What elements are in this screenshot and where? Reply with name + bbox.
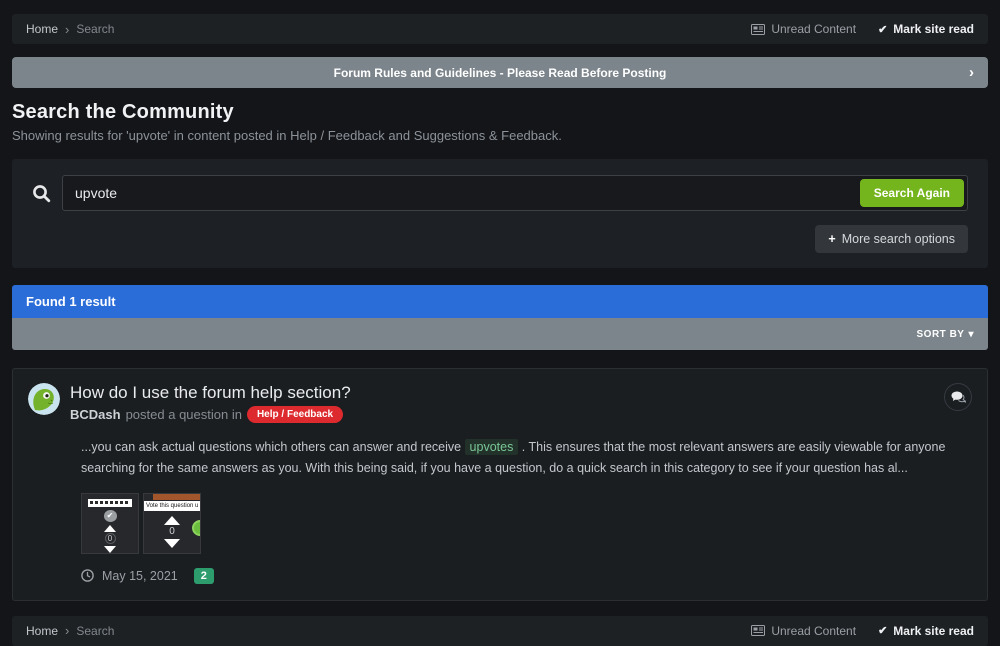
- more-search-options-button[interactable]: + More search options: [815, 225, 968, 253]
- mark-site-read-link[interactable]: ✔ Mark site read: [878, 624, 974, 638]
- forum-rules-banner-text: Forum Rules and Guidelines - Please Read…: [12, 66, 988, 80]
- page-header: Search the Community Showing results for…: [12, 101, 988, 143]
- breadcrumb-bar-top: Home › Search Unread Content ✔ Mark site…: [12, 14, 988, 44]
- result-byline: BCDash posted a question in Help / Feedb…: [70, 406, 944, 423]
- breadcrumb-bar-bottom: Home › Search Unread Content ✔ Mark site…: [12, 616, 988, 646]
- search-result-card: How do I use the forum help section? BCD…: [12, 368, 988, 601]
- search-panel: Search Again + More search options: [12, 159, 988, 268]
- page-title: Search the Community: [12, 101, 988, 124]
- mark-site-read-link[interactable]: ✔ Mark site read: [878, 22, 974, 36]
- sort-bar: SORT BY ▾: [12, 318, 988, 350]
- breadcrumb-actions: Unread Content ✔ Mark site read: [751, 22, 974, 36]
- search-row: Search Again: [32, 175, 968, 211]
- unread-content-label: Unread Content: [771, 22, 856, 36]
- forum-rules-banner[interactable]: Forum Rules and Guidelines - Please Read…: [12, 57, 988, 88]
- thumbnail-1-tooltip: [88, 499, 132, 507]
- sort-by-label: SORT BY: [917, 329, 965, 340]
- thumbnail-vote-widget-1[interactable]: ✔ 0: [81, 493, 139, 554]
- breadcrumb-actions: Unread Content ✔ Mark site read: [751, 624, 974, 638]
- newspaper-icon: [751, 625, 765, 636]
- result-action-text: posted a question in: [126, 407, 242, 422]
- page-subtitle: Showing results for 'upvote' in content …: [12, 128, 988, 143]
- unread-content-link[interactable]: Unread Content: [751, 22, 856, 36]
- vote-count: 0: [105, 533, 116, 544]
- speech-bubbles-icon: [951, 391, 966, 403]
- page-container: Home › Search Unread Content ✔ Mark site…: [12, 14, 988, 646]
- clock-icon: [81, 569, 94, 582]
- downvote-arrow-icon: [164, 539, 180, 548]
- check-icon: ✔: [878, 23, 887, 36]
- chevron-right-icon: ›: [65, 623, 69, 638]
- breadcrumb-current: Search: [76, 22, 114, 36]
- search-input[interactable]: [62, 175, 968, 211]
- results-count-bar: Found 1 result: [12, 285, 988, 318]
- breadcrumb: Home › Search: [26, 22, 114, 37]
- breadcrumb: Home › Search: [26, 623, 114, 638]
- chevron-right-icon: ›: [65, 22, 69, 37]
- upvote-arrow-icon: [164, 516, 180, 525]
- search-input-wrap: Search Again: [62, 175, 968, 211]
- avatar[interactable]: [28, 383, 60, 415]
- thumbnail-1-content: ✔ 0: [82, 494, 138, 553]
- check-icon: ✔: [878, 624, 887, 637]
- search-again-button[interactable]: Search Again: [860, 179, 964, 207]
- tooltip-text-blur: [90, 501, 130, 504]
- breadcrumb-current: Search: [76, 624, 114, 638]
- vote-count: 0: [169, 526, 175, 537]
- reply-count-badge[interactable]: 2: [194, 568, 214, 584]
- caret-down-icon: ▾: [968, 329, 974, 340]
- sort-by-dropdown[interactable]: SORT BY ▾: [917, 329, 974, 340]
- attachment-thumbnails: ✔ 0 Vote this question u 0: [81, 493, 972, 554]
- breadcrumb-home-link[interactable]: Home: [26, 624, 58, 638]
- result-heading-block: How do I use the forum help section? BCD…: [70, 383, 944, 423]
- unread-content-link[interactable]: Unread Content: [751, 624, 856, 638]
- thumbnail-2-content: 0: [144, 494, 200, 553]
- mark-site-read-label: Mark site read: [893, 22, 974, 36]
- newspaper-icon: [751, 24, 765, 35]
- search-options-row: + More search options: [32, 225, 968, 253]
- check-circle-icon: ✔: [104, 510, 117, 522]
- result-meta: May 15, 2021 2: [81, 568, 972, 584]
- breadcrumb-home-link[interactable]: Home: [26, 22, 58, 36]
- result-header: How do I use the forum help section? BCD…: [28, 383, 972, 423]
- result-date[interactable]: May 15, 2021: [102, 569, 178, 583]
- upvote-arrow-icon: [104, 525, 116, 532]
- results-count-text: Found 1 result: [26, 294, 116, 309]
- chevron-right-icon: ›: [969, 64, 974, 81]
- snippet-highlight: upvotes: [465, 439, 519, 455]
- question-type-indicator[interactable]: [944, 383, 972, 411]
- result-author-link[interactable]: BCDash: [70, 407, 121, 422]
- result-snippet: ...you can ask actual questions which ot…: [81, 437, 972, 480]
- mark-site-read-label: Mark site read: [893, 624, 974, 638]
- unread-content-label: Unread Content: [771, 624, 856, 638]
- snippet-text-pre: ...you can ask actual questions which ot…: [81, 440, 465, 454]
- downvote-arrow-icon: [104, 546, 116, 553]
- more-search-options-label: More search options: [842, 232, 955, 246]
- avatar-sliver: [192, 520, 201, 536]
- search-icon: [32, 184, 62, 203]
- plus-icon: +: [828, 232, 835, 246]
- thumbnail-vote-widget-2[interactable]: Vote this question u 0: [143, 493, 201, 554]
- result-title-link[interactable]: How do I use the forum help section?: [70, 383, 944, 403]
- category-badge[interactable]: Help / Feedback: [247, 406, 343, 423]
